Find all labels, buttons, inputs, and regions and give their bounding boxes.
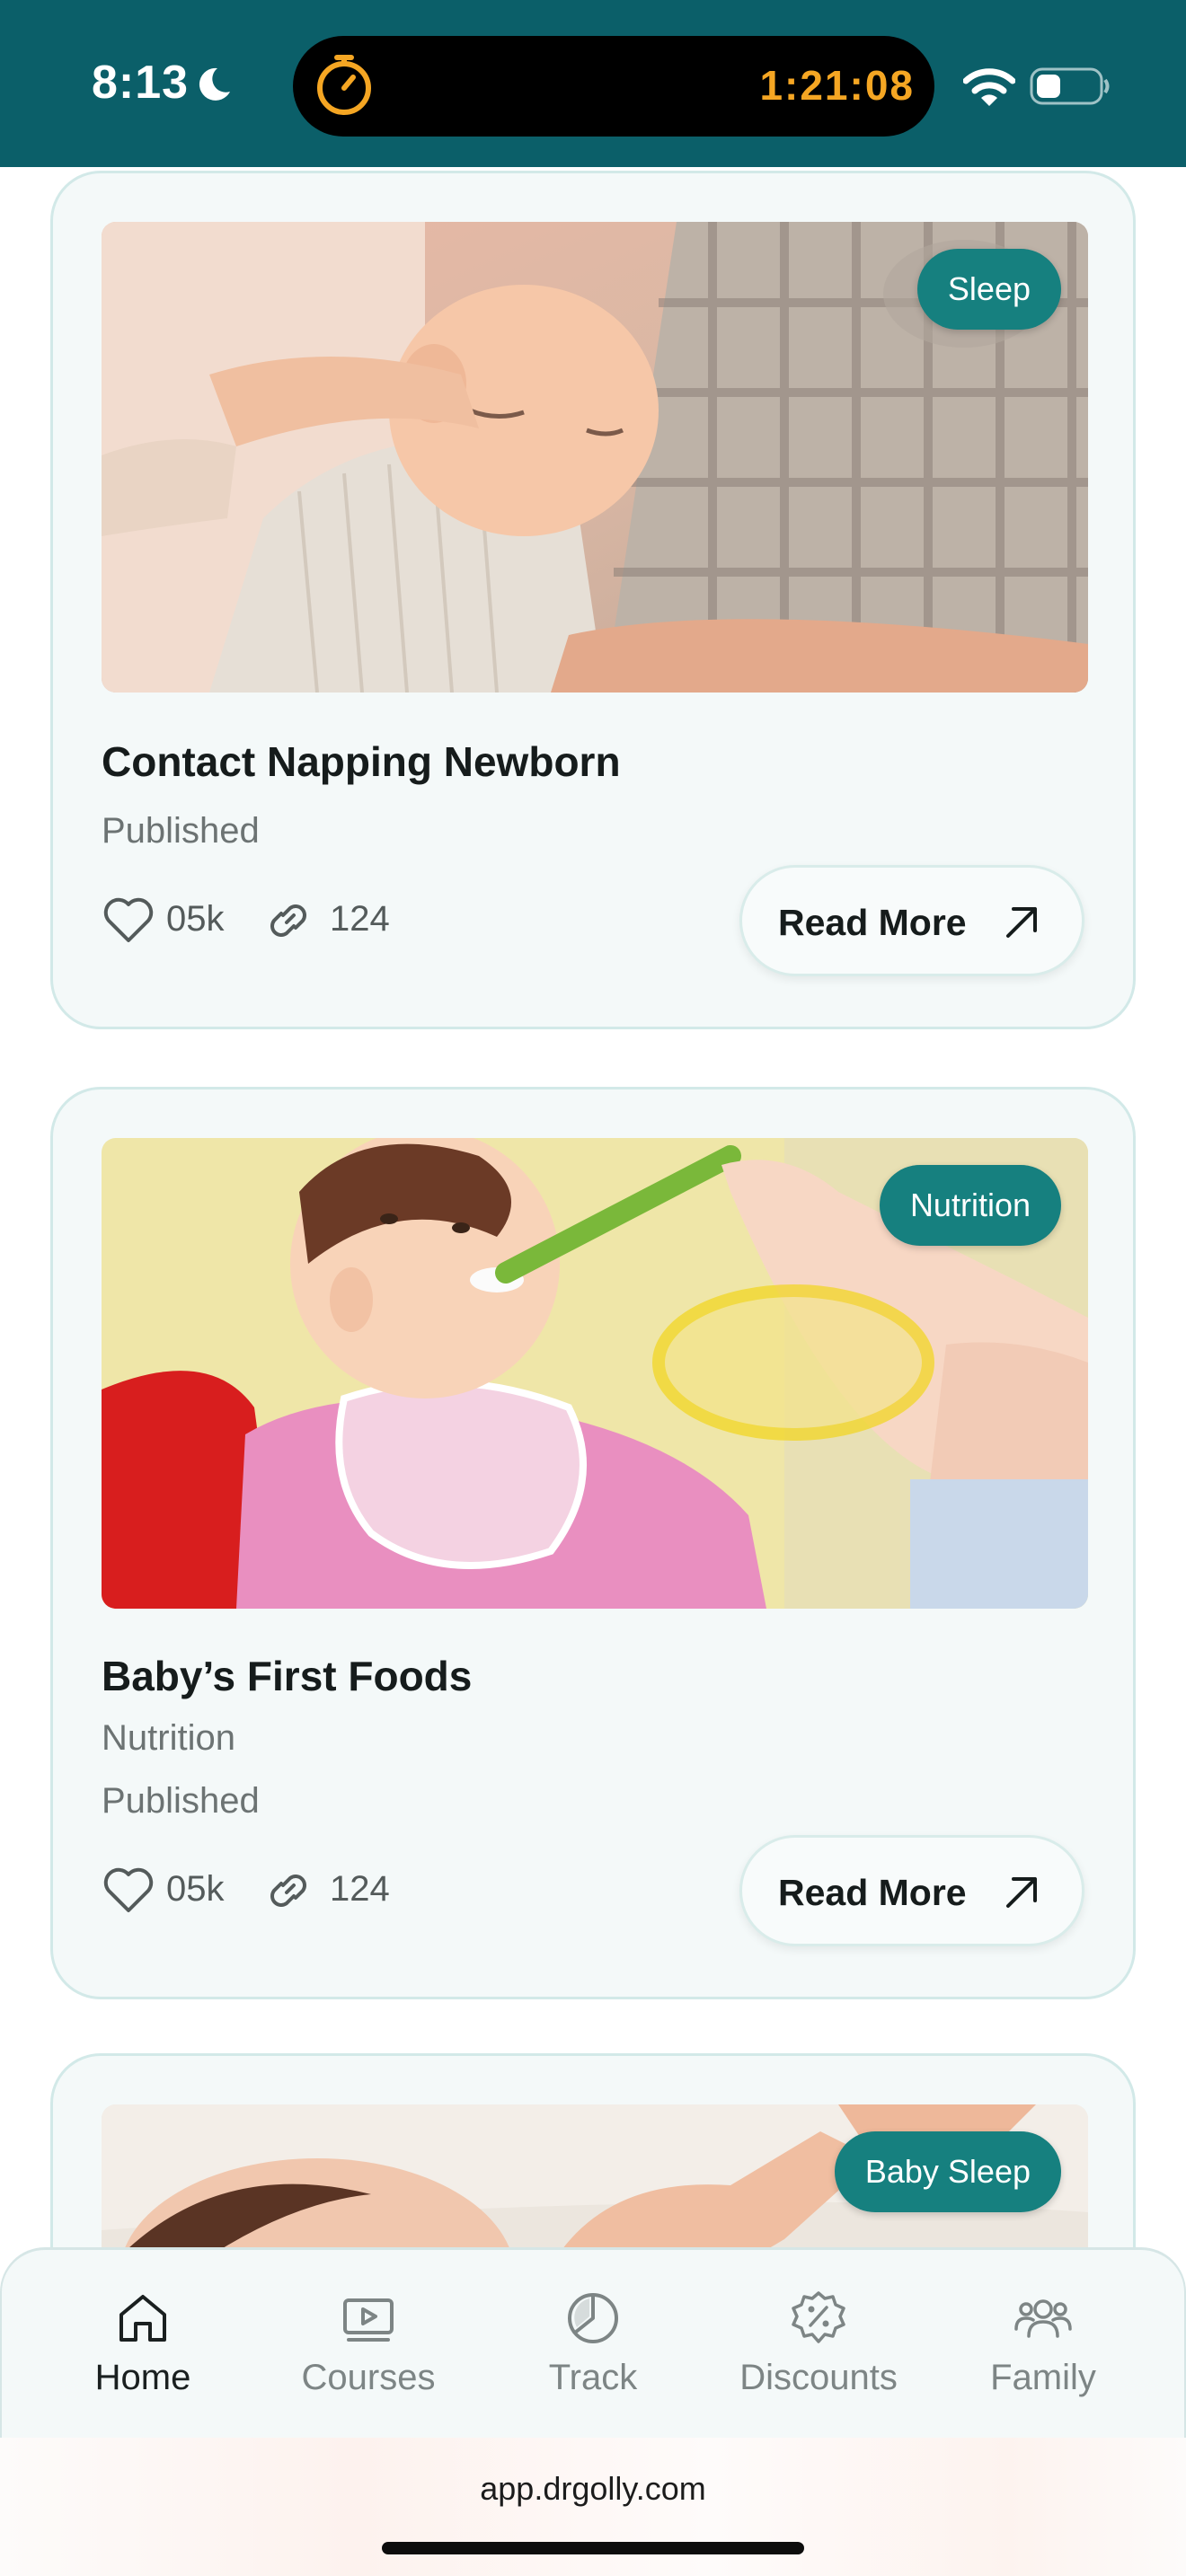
article-title[interactable]: Baby’s First Foods xyxy=(102,1652,472,1700)
article-category: Nutrition xyxy=(102,1718,235,1758)
wifi-icon xyxy=(963,68,1015,106)
home-indicator[interactable] xyxy=(382,2542,804,2554)
nav-track[interactable]: Track xyxy=(481,2289,705,2424)
likes-count: 05k xyxy=(166,899,225,939)
moon-icon xyxy=(199,67,230,101)
arrow-up-right-icon xyxy=(1006,1877,1037,1908)
battery-icon xyxy=(1030,67,1110,105)
nav-family[interactable]: Family xyxy=(931,2289,1155,2424)
browser-url-bar[interactable]: app.drgolly.com xyxy=(0,2438,1186,2576)
article-image[interactable]: Nutrition xyxy=(102,1138,1088,1609)
link-icon[interactable] xyxy=(263,895,317,946)
likes-count: 05k xyxy=(166,1869,225,1909)
nav-label: Family xyxy=(990,2358,1096,2397)
read-more-button[interactable]: Read More xyxy=(739,865,1084,976)
nav-label: Home xyxy=(94,2358,191,2397)
article-title[interactable]: Contact Napping Newborn xyxy=(102,737,621,786)
status-bar: 8:13 1:21:08 xyxy=(0,0,1186,167)
shares-count: 124 xyxy=(330,899,390,939)
article-status: Published xyxy=(102,1781,260,1821)
timer-readout: 1:21:08 xyxy=(759,62,915,109)
bottom-nav: Home Courses Track Discounts Family xyxy=(0,2247,1186,2438)
family-icon xyxy=(1014,2299,1072,2338)
nav-courses[interactable]: Courses xyxy=(256,2289,481,2424)
status-time: 8:13 xyxy=(92,57,190,109)
nav-home[interactable]: Home xyxy=(31,2289,255,2424)
nav-discounts[interactable]: Discounts xyxy=(706,2289,931,2424)
url-text[interactable]: app.drgolly.com xyxy=(0,2470,1186,2508)
category-tag[interactable]: Nutrition xyxy=(879,1165,1061,1246)
article-status: Published xyxy=(102,811,260,851)
heart-icon[interactable] xyxy=(102,895,155,946)
article-image[interactable]: Sleep xyxy=(102,222,1088,693)
article-card[interactable]: Nutrition Baby’s First Foods Nutrition P… xyxy=(50,1087,1136,1999)
home-icon xyxy=(119,2295,166,2342)
video-icon xyxy=(343,2298,394,2342)
read-more-label: Read More xyxy=(778,902,967,943)
category-tag[interactable]: Baby Sleep xyxy=(834,2131,1061,2212)
arrow-up-right-icon xyxy=(1006,907,1037,938)
read-more-label: Read More xyxy=(778,1872,967,1913)
heart-icon[interactable] xyxy=(102,1866,155,1916)
nav-label: Track xyxy=(548,2358,638,2397)
nav-label: Discounts xyxy=(739,2358,898,2397)
stopwatch-icon xyxy=(317,55,371,115)
link-icon[interactable] xyxy=(263,1866,317,1916)
article-feed[interactable]: Sleep Contact Napping Newborn Published … xyxy=(0,167,1186,2436)
read-more-button[interactable]: Read More xyxy=(739,1835,1084,1946)
article-stats: 05k 124 xyxy=(102,1858,479,1921)
article-card[interactable]: Sleep Contact Napping Newborn Published … xyxy=(50,171,1136,1029)
nav-label: Courses xyxy=(301,2358,436,2397)
category-tag[interactable]: Sleep xyxy=(916,249,1061,330)
shares-count: 124 xyxy=(330,1869,390,1909)
pie-chart-icon xyxy=(568,2293,618,2343)
article-stats: 05k 124 xyxy=(102,888,479,951)
discount-badge-icon xyxy=(792,2291,845,2343)
